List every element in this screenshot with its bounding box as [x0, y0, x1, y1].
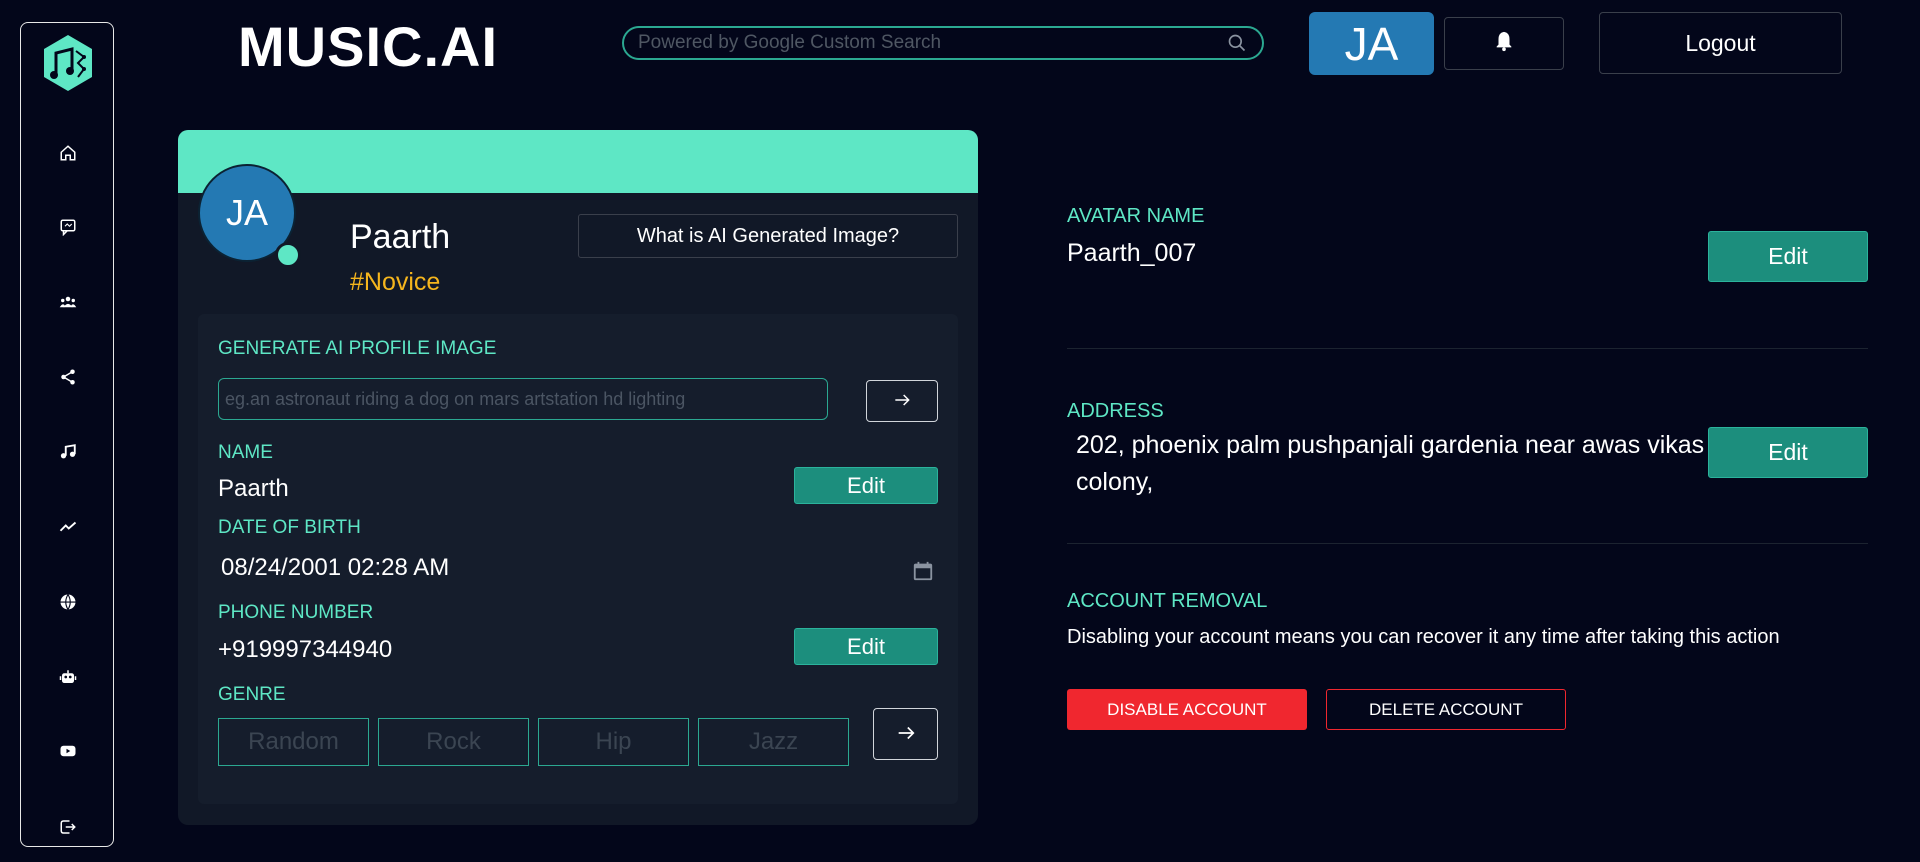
share-icon[interactable]	[55, 364, 81, 390]
name-value: Paarth	[218, 475, 289, 502]
robot-icon[interactable]	[55, 664, 81, 690]
bell-icon	[1493, 30, 1515, 57]
chat-icon[interactable]	[55, 214, 81, 240]
logout-icon[interactable]	[55, 814, 81, 840]
profile-card: JA Paarth #Novice What is AI Generated I…	[178, 130, 978, 825]
calendar-icon[interactable]	[912, 560, 934, 587]
ai-image-info-button[interactable]: What is AI Generated Image?	[578, 214, 958, 258]
edit-phone-button[interactable]: Edit	[794, 628, 938, 665]
logout-button[interactable]: Logout	[1599, 12, 1842, 74]
edit-avatar-name-button[interactable]: Edit	[1708, 231, 1868, 282]
avatar-name-value: Paarth_007	[1067, 239, 1197, 267]
genre-submit-button[interactable]	[873, 708, 938, 760]
genre-option-random[interactable]: Random	[218, 718, 369, 766]
profile-rank: #Novice	[350, 268, 441, 296]
genre-option-hip[interactable]: Hip	[538, 718, 689, 766]
disable-account-button[interactable]: DISABLE ACCOUNT	[1067, 689, 1307, 730]
edit-address-button[interactable]: Edit	[1708, 427, 1868, 478]
section-divider	[1067, 543, 1868, 544]
profile-name: Paarth	[350, 218, 451, 256]
name-label: NAME	[218, 442, 273, 463]
search-icon[interactable]	[1226, 32, 1248, 54]
home-icon[interactable]	[55, 140, 81, 166]
avatar-name-label: AVATAR NAME	[1067, 205, 1205, 227]
dob-label: DATE OF BIRTH	[218, 517, 361, 538]
genre-option-rock[interactable]: Rock	[378, 718, 529, 766]
phone-label: PHONE NUMBER	[218, 602, 374, 623]
arrow-right-icon	[892, 390, 912, 413]
app-logo[interactable]	[42, 33, 94, 93]
address-label: ADDRESS	[1067, 400, 1164, 422]
youtube-icon[interactable]	[55, 738, 81, 764]
music-note-icon[interactable]	[55, 439, 81, 465]
search-bar	[622, 26, 1264, 60]
account-removal-label: ACCOUNT REMOVAL	[1067, 590, 1268, 612]
search-input[interactable]	[638, 32, 1226, 54]
brand-title: MUSIC.AI	[238, 15, 498, 78]
profile-details-panel: GENERATE AI PROFILE IMAGE NAME Paarth Ed…	[198, 314, 958, 804]
online-status-dot	[275, 242, 301, 268]
phone-value: +919997344940	[218, 636, 393, 663]
arrow-right-icon	[895, 722, 917, 747]
genre-label: GENRE	[218, 684, 286, 705]
genre-option-jazz[interactable]: Jazz	[698, 718, 849, 766]
address-value: 202, phoenix palm pushpanjali gardenia n…	[1076, 431, 1705, 496]
user-avatar-button[interactable]: JA	[1309, 12, 1434, 75]
trending-icon[interactable]	[55, 514, 81, 540]
delete-account-button[interactable]: DELETE ACCOUNT	[1326, 689, 1566, 730]
globe-icon[interactable]	[55, 589, 81, 615]
community-icon[interactable]	[55, 289, 81, 315]
account-removal-description: Disabling your account means you can rec…	[1067, 626, 1780, 648]
sidebar	[20, 22, 114, 847]
notifications-button[interactable]	[1444, 17, 1564, 70]
generate-label: GENERATE AI PROFILE IMAGE	[218, 338, 497, 359]
generate-submit-button[interactable]	[866, 380, 938, 422]
section-divider	[1067, 348, 1868, 349]
profile-banner	[178, 130, 978, 193]
edit-name-button[interactable]: Edit	[794, 467, 938, 504]
dob-value[interactable]: 08/24/2001 02:28 AM	[221, 554, 449, 582]
generate-image-prompt-input[interactable]	[218, 378, 828, 420]
